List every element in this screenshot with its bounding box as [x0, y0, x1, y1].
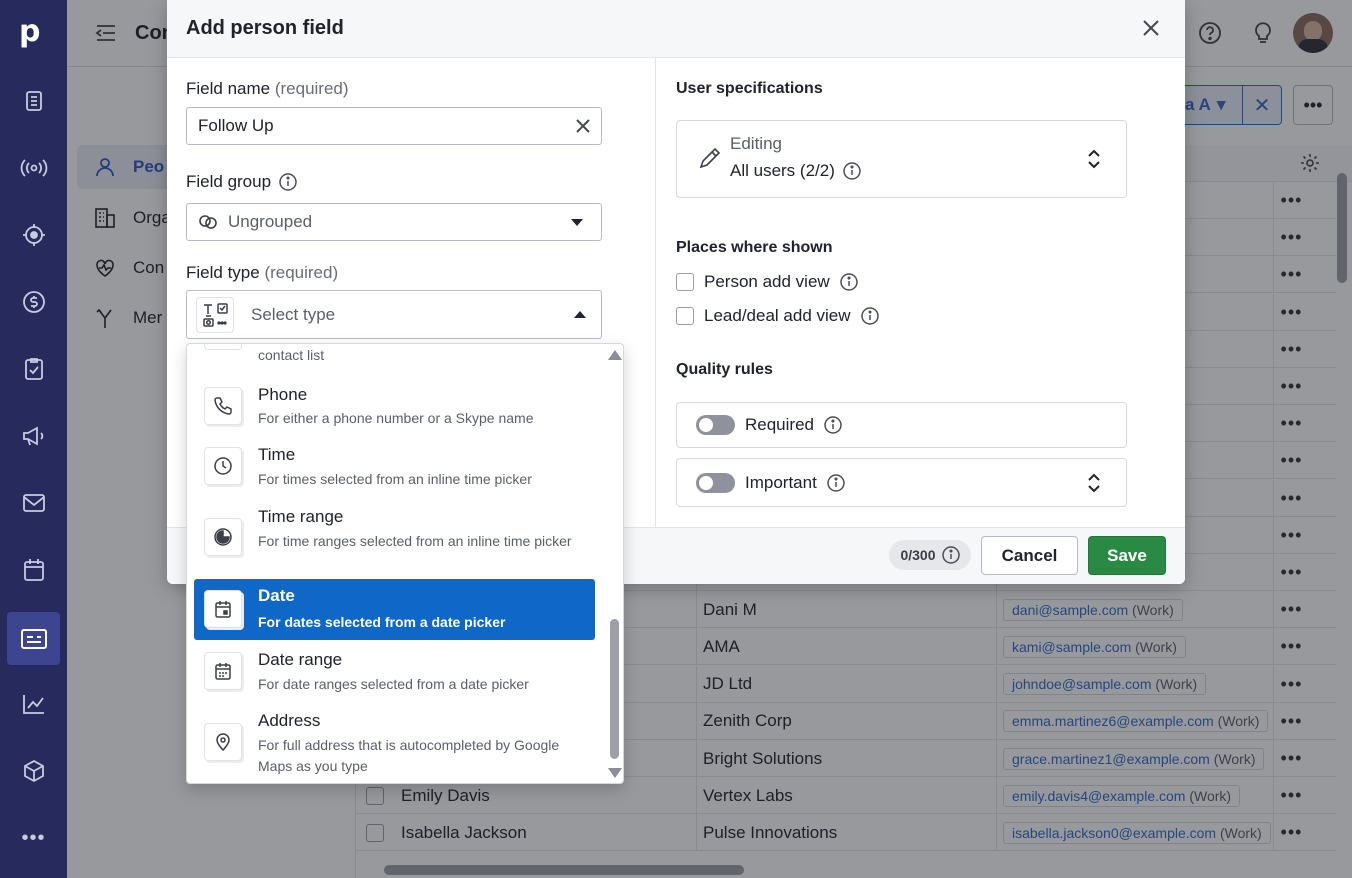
field-group-select[interactable]: Ungrouped — [186, 203, 602, 241]
option-desc: For times selected from an inline time p… — [258, 471, 532, 487]
editing-label: Editing — [730, 134, 782, 153]
important-toggle[interactable] — [696, 472, 735, 493]
checkbox[interactable] — [676, 307, 694, 325]
tasks-icon[interactable] — [12, 347, 55, 390]
phone-icon — [204, 387, 242, 425]
chevron-updown-icon — [1087, 473, 1101, 493]
field-type-dropdown: contact list Phone For either a phone nu… — [186, 343, 624, 784]
scroll-thumb[interactable] — [610, 619, 619, 759]
calendar-range-icon — [204, 652, 242, 690]
person-add-view-checkbox[interactable]: Person add view — [676, 272, 858, 292]
editing-value: All users (2/2) — [730, 161, 861, 181]
field-type-label: Field type (required) — [186, 263, 339, 282]
caret-up-icon — [574, 311, 586, 318]
quality-title: Quality rules — [676, 361, 773, 378]
option-date[interactable]: Date For dates selected from a date pick… — [194, 579, 595, 640]
field-types-icon — [196, 297, 234, 333]
pencil-icon — [697, 145, 723, 171]
editing-permissions-select[interactable]: Editing All users (2/2) — [676, 120, 1127, 198]
dropdown-scrollbar[interactable] — [608, 344, 622, 783]
cancel-button[interactable]: Cancel — [981, 536, 1078, 575]
mail-icon[interactable] — [12, 481, 55, 524]
option-title: Time range — [258, 507, 344, 526]
info-icon — [941, 546, 960, 564]
field-type-select[interactable]: Select type — [186, 290, 602, 339]
scroll-down-icon[interactable] — [608, 768, 622, 778]
required-toggle[interactable] — [696, 415, 735, 435]
info-icon — [824, 416, 842, 434]
required-rule: Required — [676, 402, 1127, 448]
nav-rail: p ••• — [0, 0, 67, 878]
option-time-range[interactable]: Time range For time ranges selected from… — [194, 505, 595, 572]
option-time[interactable]: Time For times selected from an inline t… — [194, 443, 595, 499]
save-button[interactable]: Save — [1088, 536, 1166, 575]
calendar-icon — [204, 590, 242, 628]
option-phone[interactable]: Phone For either a phone number or a Sky… — [194, 381, 595, 436]
activity-icon[interactable] — [12, 146, 55, 189]
leads-icon[interactable] — [12, 213, 55, 256]
more-icon[interactable]: ••• — [12, 817, 55, 860]
time-range-icon — [204, 518, 242, 556]
caret-down-icon — [571, 219, 583, 226]
app-logo[interactable]: p — [19, 14, 40, 49]
info-icon — [839, 273, 858, 291]
option-address[interactable]: Address For full address that is autocom… — [194, 708, 595, 778]
places-title: Places where shown — [676, 239, 833, 256]
checkbox[interactable] — [676, 273, 694, 291]
info-icon — [860, 307, 879, 325]
option-title: Address — [258, 711, 321, 730]
user-specs-title: User specifications — [676, 80, 823, 97]
chevron-updown-icon — [1087, 149, 1101, 169]
calendar-icon[interactable] — [12, 548, 55, 591]
campaigns-icon[interactable] — [12, 414, 55, 457]
contacts-icon[interactable] — [7, 612, 60, 665]
close-icon[interactable] — [1141, 18, 1163, 40]
field-counter: 0/300 — [889, 540, 971, 570]
deals-icon[interactable] — [12, 79, 55, 122]
insights-icon[interactable] — [12, 682, 55, 725]
partial-option-icon — [204, 344, 242, 350]
products-icon[interactable] — [12, 749, 55, 792]
partial-option-desc: contact list — [258, 347, 325, 363]
lead-deal-add-view-checkbox[interactable]: Lead/deal add view — [676, 306, 879, 326]
field-settings: User specifications Editing All users (2… — [676, 58, 1176, 528]
field-group-label: Field group — [186, 172, 297, 192]
group-icon — [199, 215, 217, 229]
option-title: Date range — [258, 650, 343, 669]
option-desc: For either a phone number or a Skype nam… — [258, 410, 534, 426]
modal-title: Add person field — [167, 0, 1185, 58]
money-icon[interactable] — [12, 280, 55, 323]
option-title: Date — [258, 586, 295, 605]
info-icon — [827, 473, 845, 492]
clock-icon — [204, 447, 242, 485]
info-icon — [279, 173, 297, 191]
option-desc: For date ranges selected from a date pic… — [258, 676, 529, 692]
important-rule[interactable]: Important — [676, 458, 1127, 507]
option-title: Phone — [258, 385, 308, 404]
option-desc: For full address that is autocompleted b… — [258, 737, 560, 774]
option-desc: For time ranges selected from an inline … — [258, 533, 572, 549]
option-date-range[interactable]: Date range For date ranges selected from… — [194, 647, 595, 702]
field-name-label: Field name (required) — [186, 79, 349, 98]
field-name-input[interactable]: Follow Up — [186, 107, 602, 145]
option-title: Time — [258, 445, 296, 464]
info-icon — [843, 162, 861, 180]
map-pin-icon — [204, 723, 242, 761]
option-desc: For dates selected from a date picker — [258, 614, 506, 630]
clear-input-icon[interactable] — [575, 118, 591, 134]
scroll-up-icon[interactable] — [608, 350, 622, 360]
